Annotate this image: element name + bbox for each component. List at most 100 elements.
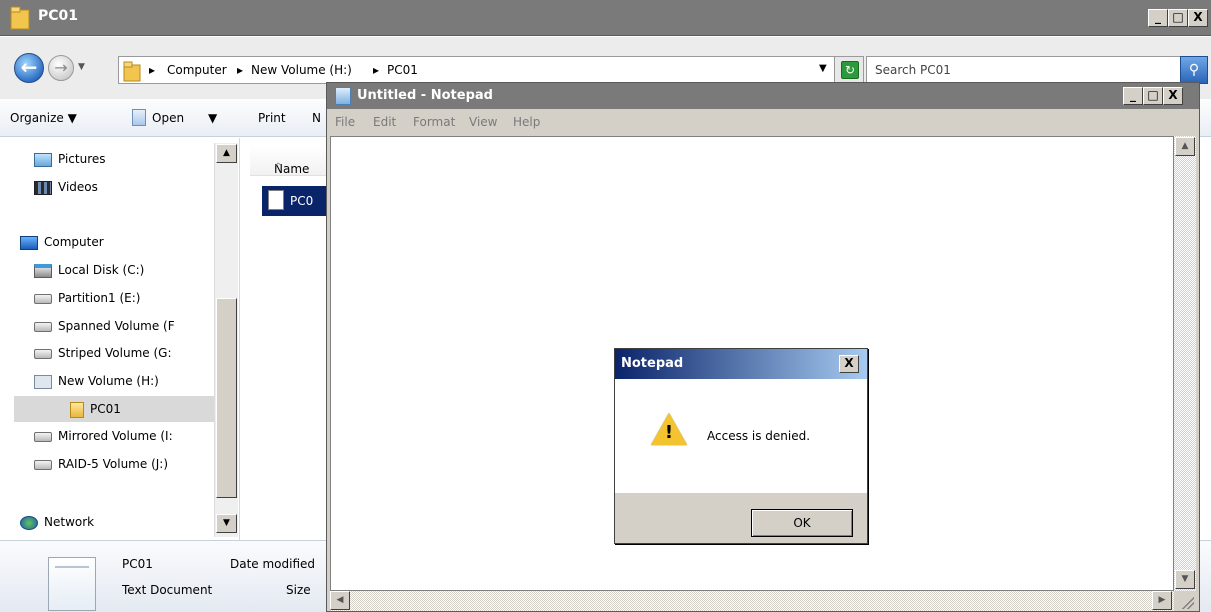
nav-item-label: Network — [44, 515, 95, 529]
maximize-button[interactable]: □ — [1143, 87, 1163, 105]
menu-format[interactable]: Format — [413, 115, 455, 129]
nav-item-videos[interactable]: Videos — [34, 177, 98, 197]
minimize-button[interactable]: _ — [1123, 87, 1143, 105]
scroll-right-arrow[interactable]: ▶ — [1152, 591, 1172, 610]
organize-button[interactable]: Organize ▼ — [10, 111, 77, 125]
nav-item-label: Pictures — [58, 152, 106, 166]
scroll-up-arrow[interactable]: ▲ — [216, 144, 237, 163]
drive-icon — [34, 431, 52, 442]
menu-help[interactable]: Help — [513, 115, 540, 129]
access-denied-dialog: Notepad X ! Access is denied. OK — [614, 348, 868, 544]
dialog-title: Notepad — [621, 356, 684, 371]
nav-item-striped-volume-g[interactable]: Striped Volume (G: — [34, 343, 172, 363]
window-controls: _ □ X — [1148, 9, 1208, 27]
recent-pages-dropdown[interactable]: ▼ — [78, 62, 85, 72]
dialog-close-button[interactable]: X — [839, 355, 859, 373]
text-document-icon — [268, 190, 284, 210]
nav-item-label: Computer — [44, 235, 104, 249]
nav-item-pc01[interactable]: PC01 — [70, 399, 121, 419]
nav-item-network[interactable]: Network — [20, 512, 94, 532]
drive-icon — [34, 459, 52, 470]
nav-item-spanned-volume-f[interactable]: Spanned Volume (F — [34, 316, 175, 336]
nav-item-label: Partition1 (E:) — [58, 291, 141, 305]
breadcrumb-computer[interactable]: Computer — [167, 63, 227, 77]
chevron-icon[interactable]: ▸ — [149, 63, 155, 77]
nav-item-label: Videos — [58, 180, 98, 194]
notepad-horizontal-scrollbar[interactable]: ◀ ▶ — [330, 591, 1174, 611]
exclamation-mark: ! — [664, 422, 674, 443]
address-dropdown-icon[interactable]: ▼ — [819, 63, 827, 74]
open-dropdown[interactable]: ▼ — [208, 111, 217, 125]
open-button[interactable]: Open — [152, 111, 184, 125]
refresh-icon: ↻ — [841, 61, 859, 79]
details-size-label: Size — [286, 583, 311, 597]
chevron-icon[interactable]: ▸ — [373, 63, 379, 77]
menu-view[interactable]: View — [469, 115, 497, 129]
notepad-window-controls: _ □ X — [1123, 87, 1183, 105]
breadcrumb-pc01[interactable]: PC01 — [387, 63, 418, 77]
file-name: PC0 — [290, 194, 314, 208]
folder-icon — [70, 401, 84, 418]
nav-item-raid5-volume-j[interactable]: RAID-5 Volume (J:) — [34, 454, 168, 474]
notepad-vertical-scrollbar[interactable]: ▲ ▼ — [1174, 136, 1196, 591]
network-icon — [20, 515, 38, 530]
ok-button[interactable]: OK — [751, 509, 853, 537]
nav-item-label: RAID-5 Volume (J:) — [58, 457, 169, 471]
scroll-left-arrow[interactable]: ◀ — [330, 591, 350, 610]
back-button[interactable]: ← — [14, 53, 44, 83]
breadcrumb-new-volume[interactable]: New Volume (H:) — [251, 63, 352, 77]
column-header-name[interactable]: Name ^ — [250, 146, 332, 176]
nav-item-label: Spanned Volume (F — [58, 319, 175, 333]
scroll-thumb[interactable] — [216, 298, 237, 498]
print-button[interactable]: Print — [258, 111, 286, 125]
file-item-pc01[interactable]: PC0 — [262, 186, 332, 216]
refresh-button[interactable]: ↻ — [834, 56, 864, 84]
mounted-volume-icon — [34, 374, 52, 389]
scroll-down-arrow[interactable]: ▼ — [216, 514, 237, 533]
folder-icon — [123, 61, 141, 82]
forward-button[interactable]: → — [48, 55, 74, 81]
drive-icon — [34, 293, 52, 304]
minimize-button[interactable]: _ — [1148, 9, 1168, 27]
dialog-body: ! Access is denied. — [615, 379, 867, 493]
nav-item-computer[interactable]: Computer — [20, 232, 104, 252]
search-placeholder: Search PC01 — [875, 63, 951, 77]
scroll-up-arrow[interactable]: ▲ — [1175, 137, 1195, 156]
nav-item-label: PC01 — [90, 402, 121, 416]
notepad-menubar: File Edit Format View Help — [327, 109, 1199, 135]
open-file-icon — [132, 109, 146, 126]
nav-item-partition1-e[interactable]: Partition1 (E:) — [34, 288, 140, 308]
notepad-icon — [335, 87, 351, 105]
maximize-button[interactable]: □ — [1168, 9, 1188, 27]
explorer-titlebar[interactable]: PC01 _ □ X — [0, 0, 1211, 36]
folder-icon — [10, 6, 30, 30]
menu-file[interactable]: File — [335, 115, 355, 129]
search-input[interactable]: Search PC01 — [866, 56, 1182, 84]
videos-icon — [34, 180, 52, 195]
nav-item-label: Local Disk (C:) — [58, 263, 145, 277]
nav-item-label: Mirrored Volume (I: — [58, 429, 173, 443]
drive-icon — [34, 348, 52, 359]
chevron-icon[interactable]: ▸ — [237, 63, 243, 77]
new-folder-button[interactable]: N — [312, 111, 321, 125]
notepad-titlebar[interactable]: Untitled - Notepad _ □ X — [327, 83, 1199, 109]
scroll-down-arrow[interactable]: ▼ — [1175, 570, 1195, 589]
navigation-scrollbar[interactable]: ▲ ▼ — [214, 143, 238, 537]
dialog-titlebar[interactable]: Notepad X — [615, 349, 867, 379]
menu-edit[interactable]: Edit — [373, 115, 396, 129]
text-document-icon — [48, 557, 96, 611]
close-button[interactable]: X — [1188, 9, 1208, 27]
window-title: PC01 — [38, 8, 79, 24]
resize-grip[interactable] — [1174, 591, 1196, 611]
close-button[interactable]: X — [1163, 87, 1183, 105]
nav-item-new-volume-h[interactable]: New Volume (H:) — [34, 371, 159, 391]
computer-icon — [20, 235, 38, 250]
local-disk-icon — [34, 263, 52, 278]
navigation-pane — [0, 138, 240, 540]
notepad-title: Untitled - Notepad — [357, 88, 493, 103]
nav-item-mirrored-volume-i[interactable]: Mirrored Volume (I: — [34, 426, 173, 446]
search-icon[interactable]: ⚲ — [1180, 56, 1208, 84]
address-field[interactable]: ▸ Computer ▸ New Volume (H:) ▸ PC01 ▼ — [118, 56, 852, 84]
nav-item-local-disk-c[interactable]: Local Disk (C:) — [34, 260, 144, 280]
nav-item-pictures[interactable]: Pictures — [34, 149, 106, 169]
